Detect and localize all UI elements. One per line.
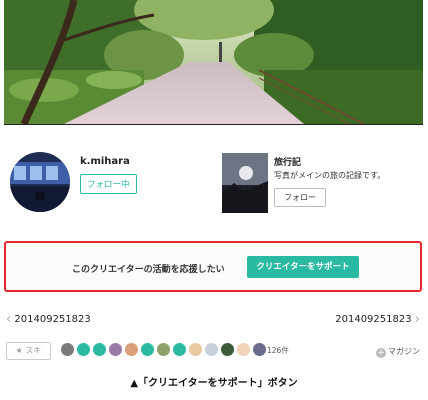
chevron-left-icon: ‹ <box>6 312 12 327</box>
figure-caption: ▲「クリエイターをサポート」ボタン <box>130 378 298 389</box>
previous-article-label: 201409251823 <box>14 314 91 325</box>
previous-article-link[interactable]: ‹ 201409251823 <box>6 312 91 327</box>
creator-name[interactable]: k.mihara <box>80 156 130 167</box>
avatar[interactable] <box>221 343 234 356</box>
forest-path-image <box>4 0 423 124</box>
magazine-description: 写真がメインの旅の記録です。 <box>274 171 386 180</box>
like-label: スキ <box>25 346 42 355</box>
avatar[interactable] <box>157 343 170 356</box>
avatar[interactable] <box>189 343 202 356</box>
avatar[interactable] <box>205 343 218 356</box>
plus-icon: + <box>376 348 386 358</box>
avatar[interactable] <box>77 343 90 356</box>
next-article-link[interactable]: 201409251823 › <box>335 312 420 327</box>
support-creator-button[interactable]: クリエイターをサポート <box>247 256 359 278</box>
avatar[interactable] <box>109 343 122 356</box>
following-button[interactable]: フォロー中 <box>80 174 137 194</box>
avatar[interactable] <box>93 343 106 356</box>
magazine-follow-button[interactable]: フォロー <box>274 188 326 207</box>
like-button[interactable]: ★ スキ <box>6 342 51 360</box>
magazine-title[interactable]: 旅行記 <box>274 155 301 168</box>
like-count[interactable]: 126件 <box>267 345 289 356</box>
add-to-magazine-label: マガジン <box>388 347 420 356</box>
avatar[interactable] <box>141 343 154 356</box>
avatar[interactable] <box>173 343 186 356</box>
magazine-card: 旅行記 写真がメインの旅の記録です。 フォロー <box>222 153 422 215</box>
next-article-label: 201409251823 <box>335 314 412 325</box>
avatar[interactable] <box>61 343 74 356</box>
avatar[interactable] <box>125 343 138 356</box>
avatar[interactable] <box>237 343 250 356</box>
header-photo <box>4 0 423 125</box>
add-to-magazine-button[interactable]: + マガジン <box>376 346 420 358</box>
avatar[interactable] <box>10 152 70 212</box>
support-box: このクリエイターの活動を応援したい クリエイターをサポート <box>4 241 422 292</box>
avatar[interactable] <box>253 343 266 356</box>
magazine-thumbnail[interactable] <box>222 153 268 213</box>
creator-profile: k.mihara フォロー中 <box>10 152 210 214</box>
star-icon: ★ <box>15 346 23 355</box>
chevron-right-icon: › <box>414 312 420 327</box>
support-message: このクリエイターの活動を応援したい <box>72 265 225 275</box>
